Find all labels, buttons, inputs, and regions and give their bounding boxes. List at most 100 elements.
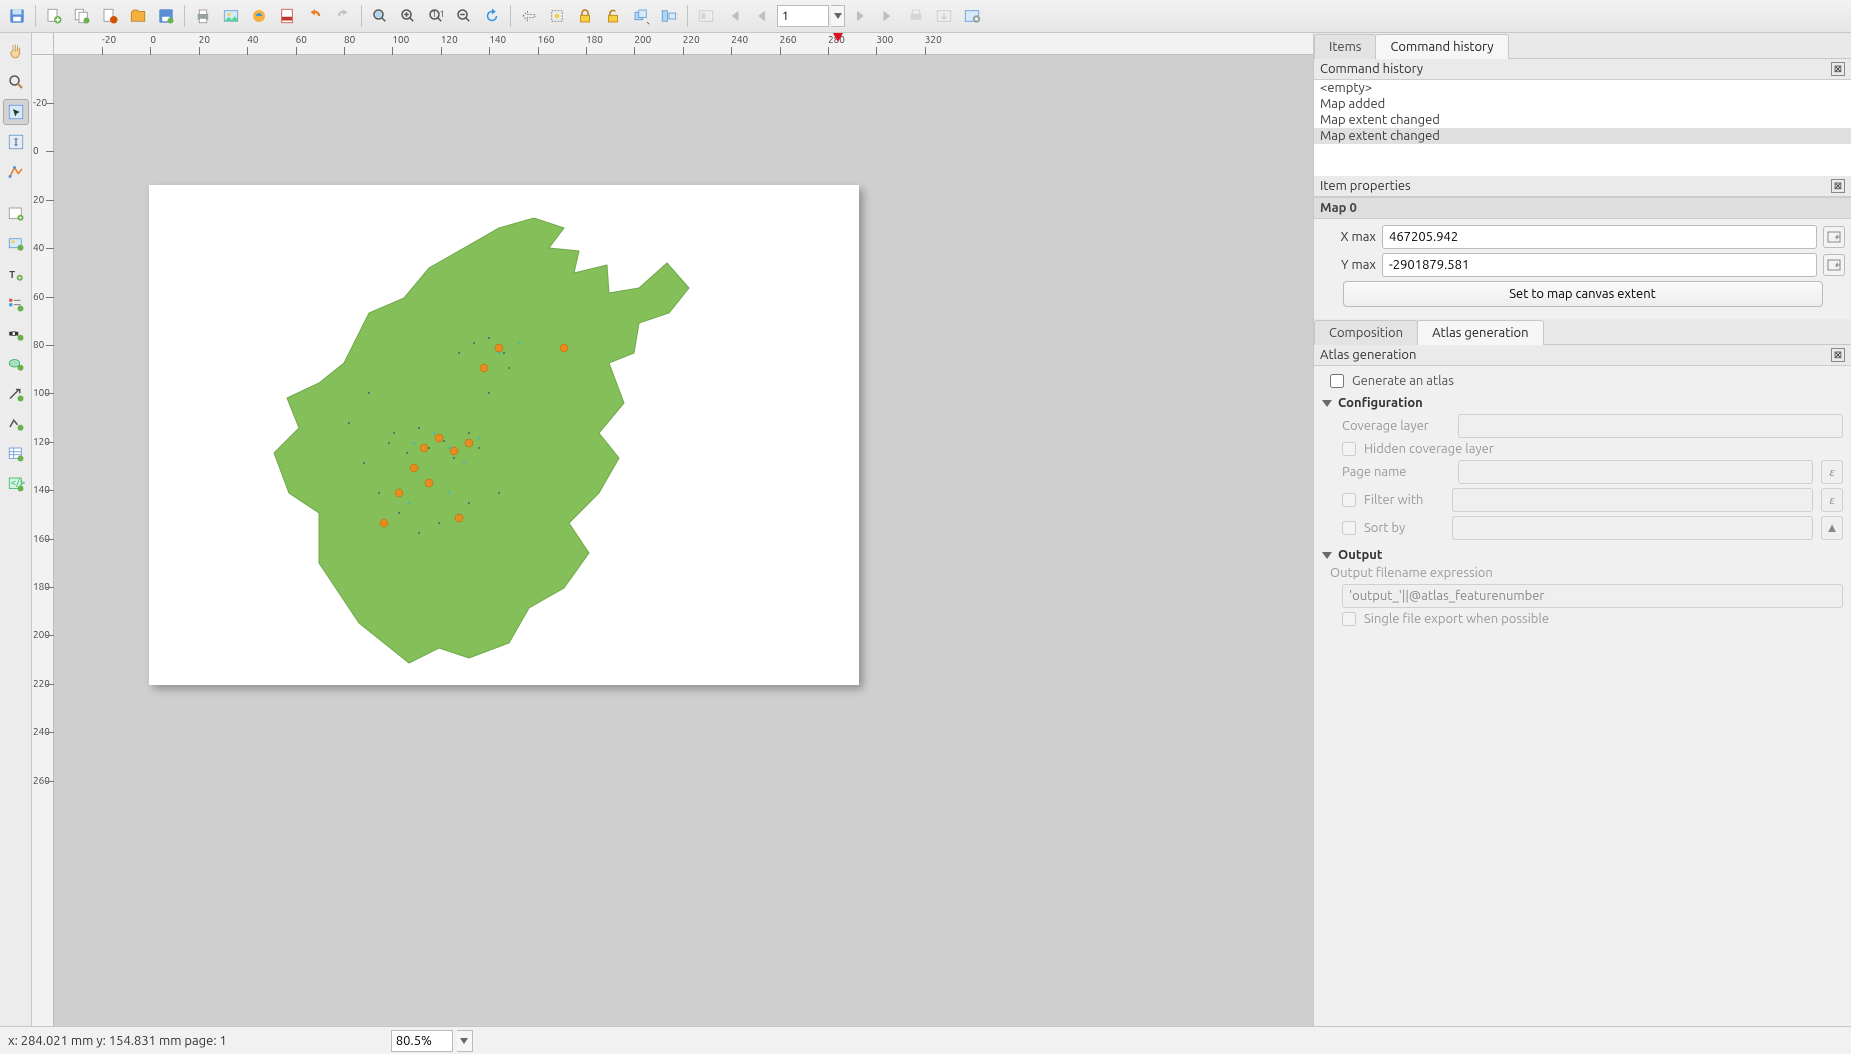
print-atlas-icon[interactable] xyxy=(903,3,929,29)
export-pdf-icon[interactable] xyxy=(274,3,300,29)
page-name-select[interactable] xyxy=(1458,460,1813,484)
selected-item-name: Map 0 xyxy=(1314,197,1851,219)
single-file-export-checkbox[interactable] xyxy=(1342,612,1356,626)
select-move-icon[interactable] xyxy=(544,3,570,29)
set-to-canvas-extent-button[interactable]: Set to map canvas extent xyxy=(1343,281,1823,307)
add-table-icon[interactable] xyxy=(3,441,29,467)
save-template-icon[interactable] xyxy=(153,3,179,29)
ymax-input[interactable] xyxy=(1382,253,1817,277)
export-image-icon[interactable] xyxy=(218,3,244,29)
page-sheet[interactable] xyxy=(149,185,859,685)
redo-icon[interactable] xyxy=(330,3,356,29)
tab-command-history[interactable]: Command history xyxy=(1375,34,1508,59)
last-feature-icon[interactable] xyxy=(875,3,901,29)
duplicate-composer-icon[interactable] xyxy=(69,3,95,29)
zoom-actual-icon[interactable]: 1:1 xyxy=(423,3,449,29)
output-filename-label: Output filename expression xyxy=(1330,566,1493,580)
left-toolbox: T </> xyxy=(0,33,32,1026)
history-entry[interactable]: Map added xyxy=(1314,96,1851,112)
zoom-out-icon[interactable] xyxy=(451,3,477,29)
hidden-coverage-checkbox[interactable] xyxy=(1342,442,1356,456)
command-history-list[interactable]: <empty>Map addedMap extent changedMap ex… xyxy=(1314,80,1851,176)
history-entry[interactable]: <empty> xyxy=(1314,80,1851,96)
zoom-dropdown[interactable] xyxy=(457,1030,473,1052)
command-history-title: Command history xyxy=(1320,62,1423,76)
print-icon[interactable] xyxy=(190,3,216,29)
add-arrow-icon[interactable] xyxy=(3,381,29,407)
prev-feature-icon[interactable] xyxy=(749,3,775,29)
coverage-layer-select[interactable] xyxy=(1458,414,1843,438)
expression-icon[interactable]: ε xyxy=(1821,460,1843,484)
select-item-icon[interactable] xyxy=(3,99,29,125)
refresh-icon[interactable] xyxy=(479,3,505,29)
zoom-input[interactable] xyxy=(391,1030,453,1052)
export-svg-icon[interactable] xyxy=(246,3,272,29)
atlas-page-input[interactable] xyxy=(777,5,829,27)
preview-atlas-icon[interactable] xyxy=(693,3,719,29)
generate-atlas-checkbox[interactable] xyxy=(1330,374,1344,388)
raise-dropdown-icon[interactable] xyxy=(628,3,654,29)
lock-icon[interactable] xyxy=(572,3,598,29)
tab-composition[interactable]: Composition xyxy=(1314,320,1418,345)
atlas-panel-header: Atlas generation ⊠ xyxy=(1314,345,1851,366)
edit-nodes-icon[interactable] xyxy=(3,159,29,185)
close-icon[interactable]: ⊠ xyxy=(1831,62,1845,76)
extents-form: X max Y max Set to map canvas extent xyxy=(1314,219,1851,319)
sort-by-checkbox[interactable] xyxy=(1342,521,1356,535)
add-shape-icon[interactable] xyxy=(3,351,29,377)
filter-with-checkbox[interactable] xyxy=(1342,493,1356,507)
map-preview xyxy=(169,193,839,673)
sort-direction-icon[interactable]: ▲ xyxy=(1821,516,1843,540)
close-icon[interactable]: ⊠ xyxy=(1831,179,1845,193)
pan-tool-icon[interactable] xyxy=(3,39,29,65)
add-scalebar-icon[interactable] xyxy=(3,321,29,347)
data-defined-icon[interactable] xyxy=(1823,226,1845,248)
tab-items[interactable]: Items xyxy=(1314,34,1376,59)
unlock-icon[interactable] xyxy=(600,3,626,29)
atlas-page-dropdown[interactable] xyxy=(831,5,845,27)
filter-with-input[interactable] xyxy=(1452,488,1813,512)
add-legend-icon[interactable] xyxy=(3,291,29,317)
configuration-section-header[interactable]: Configuration xyxy=(1322,396,1843,410)
zoom-in-icon[interactable] xyxy=(395,3,421,29)
align-dropdown-icon[interactable] xyxy=(656,3,682,29)
sort-by-label: Sort by xyxy=(1364,521,1444,535)
open-template-icon[interactable] xyxy=(125,3,151,29)
item-properties-title: Item properties xyxy=(1320,179,1411,193)
undo-icon[interactable] xyxy=(302,3,328,29)
add-image-icon[interactable] xyxy=(3,231,29,257)
status-bar: x: 284.021 mm y: 154.831 mm page: 1 xyxy=(0,1026,1851,1054)
canvas-viewport[interactable] xyxy=(54,55,1313,1026)
svg-text:T: T xyxy=(9,269,15,280)
output-filename-expression[interactable]: 'output_'||@atlas_featurenumber xyxy=(1342,584,1843,608)
composer-canvas[interactable]: -200204060801001201401601802002202402602… xyxy=(32,33,1313,1026)
composer-manager-icon[interactable] xyxy=(97,3,123,29)
select-pan-icon[interactable] xyxy=(516,3,542,29)
export-atlas-icon[interactable] xyxy=(931,3,957,29)
output-section-header[interactable]: Output xyxy=(1322,548,1843,562)
move-content-icon[interactable] xyxy=(3,129,29,155)
new-composer-icon[interactable] xyxy=(41,3,67,29)
next-feature-icon[interactable] xyxy=(847,3,873,29)
xmax-input[interactable] xyxy=(1382,225,1817,249)
add-html-icon[interactable]: </> xyxy=(3,471,29,497)
expression-icon[interactable]: ε xyxy=(1821,488,1843,512)
data-defined-icon[interactable] xyxy=(1823,254,1845,276)
atlas-panel: Generate an atlas Configuration Coverage… xyxy=(1314,366,1851,642)
sort-by-select[interactable] xyxy=(1452,516,1813,540)
ruler-corner xyxy=(32,33,54,55)
zoom-full-icon[interactable] xyxy=(367,3,393,29)
add-map-icon[interactable] xyxy=(3,201,29,227)
command-history-header: Command history ⊠ xyxy=(1314,59,1851,80)
history-entry[interactable]: Map extent changed xyxy=(1314,128,1851,144)
settings-icon[interactable] xyxy=(959,3,985,29)
history-entry[interactable]: Map extent changed xyxy=(1314,112,1851,128)
first-feature-icon[interactable] xyxy=(721,3,747,29)
zoom-tool-icon[interactable] xyxy=(3,69,29,95)
add-node-item-icon[interactable] xyxy=(3,411,29,437)
add-label-icon[interactable]: T xyxy=(3,261,29,287)
close-icon[interactable]: ⊠ xyxy=(1831,348,1845,362)
tab-atlas-generation[interactable]: Atlas generation xyxy=(1417,320,1543,345)
save-icon[interactable] xyxy=(4,3,30,29)
hidden-coverage-label: Hidden coverage layer xyxy=(1364,442,1494,456)
